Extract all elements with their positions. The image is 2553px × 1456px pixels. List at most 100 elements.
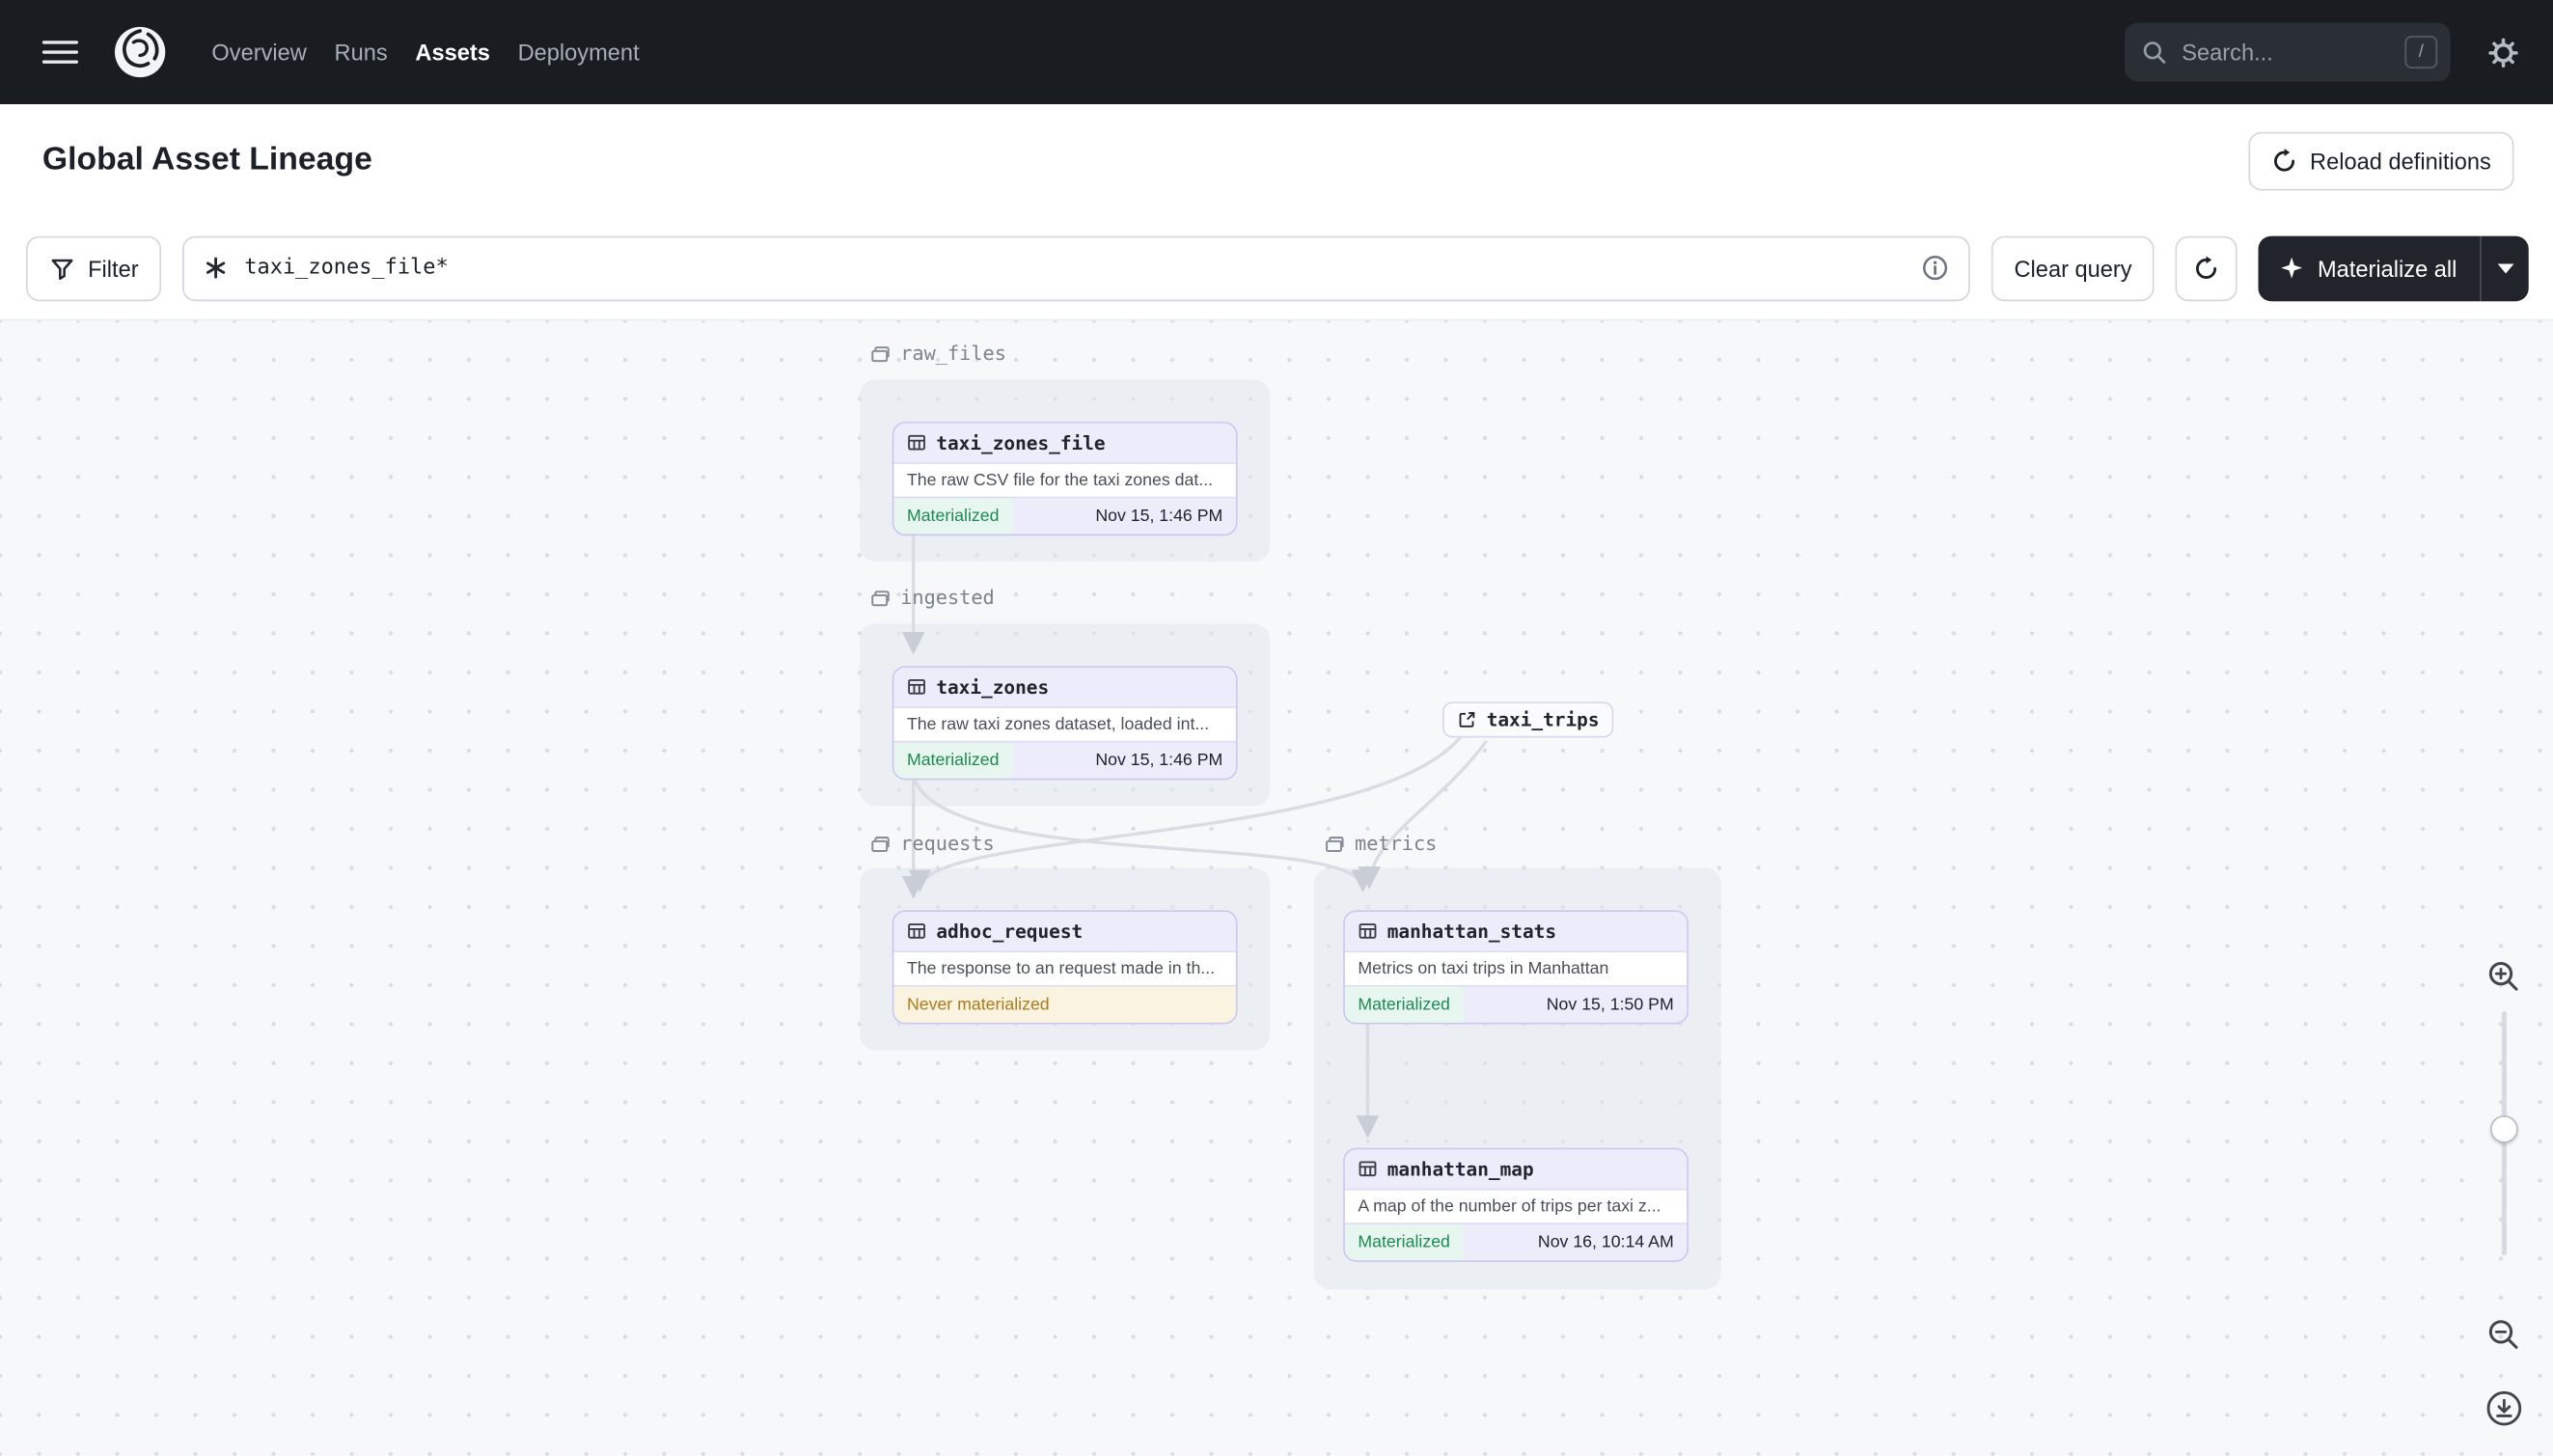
hamburger-menu-icon[interactable] (41, 34, 78, 69)
group-label-raw-files[interactable]: raw_files (869, 342, 1006, 365)
asset-node-taxi-zones[interactable]: taxi_zones The raw taxi zones dataset, l… (892, 666, 1238, 781)
asset-name: adhoc_request (936, 920, 1084, 944)
status-badge: Materialized (1344, 1224, 1464, 1261)
node-header: taxi_zones (893, 667, 1236, 709)
table-icon (1359, 923, 1377, 939)
materialize-all-button[interactable]: Materialize all (2259, 234, 2481, 301)
reload-icon (2273, 148, 2294, 171)
group-label-ingested[interactable]: ingested (869, 586, 995, 610)
asset-query-input[interactable] (240, 254, 1908, 282)
dagster-logo[interactable] (111, 23, 170, 82)
search-input[interactable] (2178, 37, 2394, 68)
materialization-timestamp (1062, 986, 1236, 1023)
node-header: adhoc_request (893, 912, 1236, 953)
zoom-out-button[interactable] (2486, 1317, 2522, 1353)
status-badge: Materialized (1344, 986, 1464, 1023)
page-header: Global Asset Lineage Reload definitions (0, 104, 2553, 217)
asset-description: Metrics on taxi trips in Manhattan (1344, 952, 1688, 985)
primary-nav: Overview Runs Assets Deployment (211, 33, 639, 72)
materialize-options-button[interactable] (2480, 234, 2529, 301)
materialization-timestamp: Nov 15, 1:46 PM (1011, 742, 1236, 779)
top-navbar: Overview Runs Assets Deployment / (0, 0, 2553, 104)
zoom-out-icon (2488, 1320, 2518, 1349)
asset-group-icon (871, 590, 890, 606)
node-footer: Materialized Nov 15, 1:50 PM (1344, 984, 1688, 1023)
zoom-slider-thumb[interactable] (2490, 1114, 2518, 1143)
asset-selection-input[interactable] (182, 234, 1970, 301)
chevron-down-icon (2496, 262, 2513, 273)
filter-button[interactable]: Filter (26, 234, 162, 301)
asset-name: taxi_zones (936, 675, 1050, 699)
page-title: Global Asset Lineage (41, 141, 372, 178)
settings-button[interactable] (2486, 35, 2520, 69)
filter-funnel-icon (51, 258, 73, 280)
asset-name: manhattan_stats (1386, 920, 1557, 944)
materialization-timestamp: Nov 15, 1:50 PM (1463, 986, 1688, 1023)
navbar-right: / (2125, 22, 2520, 82)
asset-group-icon (1326, 836, 1344, 852)
asset-node-taxi-zones-file[interactable]: taxi_zones_file The raw CSV file for the… (892, 422, 1238, 536)
asset-name: taxi_zones_file (936, 431, 1106, 454)
materialization-timestamp: Nov 15, 1:46 PM (1011, 498, 1236, 535)
nav-link-runs[interactable]: Runs (335, 33, 388, 72)
materialize-all-label: Materialize all (2317, 255, 2457, 282)
sparkle-icon (2281, 257, 2303, 279)
asset-description: A map of the number of trips per taxi z.… (1344, 1190, 1688, 1223)
node-header: taxi_zones_file (893, 423, 1236, 464)
filter-label: Filter (88, 255, 139, 282)
status-badge: Materialized (893, 742, 1012, 779)
global-search[interactable]: / (2125, 22, 2451, 82)
nav-link-overview[interactable]: Overview (211, 33, 306, 72)
asset-description: The response to an request made in th... (893, 952, 1236, 985)
materialize-all-split-button: Materialize all (2259, 234, 2529, 301)
reload-definitions-button[interactable]: Reload definitions (2247, 130, 2514, 190)
node-footer: Never materialized (893, 984, 1236, 1023)
node-footer: Materialized Nov 16, 10:14 AM (1344, 1222, 1688, 1261)
group-name: raw_files (900, 342, 1006, 365)
refresh-graph-button[interactable] (2176, 234, 2238, 301)
asset-group-icon (871, 836, 890, 852)
zoom-in-button[interactable] (2486, 959, 2522, 995)
asset-description: The raw CSV file for the taxi zones dat.… (893, 463, 1236, 497)
info-icon[interactable] (1921, 254, 1949, 282)
nav-link-assets[interactable]: Assets (415, 33, 489, 72)
group-name: metrics (1355, 832, 1438, 855)
node-footer: Materialized Nov 15, 1:46 PM (893, 496, 1236, 535)
export-graph-button[interactable] (2484, 1388, 2524, 1428)
node-header: manhattan_stats (1344, 912, 1688, 953)
group-name: requests (900, 832, 995, 855)
edge-taxi-trips-to-manhattan-stats (1358, 739, 1489, 890)
node-header: manhattan_map (1344, 1149, 1688, 1191)
clear-query-label: Clear query (2014, 255, 2132, 282)
external-asset-name: taxi_trips (1486, 708, 1600, 731)
asset-node-adhoc-request[interactable]: adhoc_request The response to an request… (892, 910, 1238, 1025)
gear-icon (2488, 37, 2518, 68)
node-footer: Materialized Nov 15, 1:46 PM (893, 740, 1236, 779)
group-label-requests[interactable]: requests (869, 832, 995, 855)
asset-description: The raw taxi zones dataset, loaded int..… (893, 708, 1236, 741)
clear-query-button[interactable]: Clear query (1990, 234, 2155, 301)
table-icon (908, 434, 925, 451)
table-icon (908, 923, 925, 939)
group-label-metrics[interactable]: metrics (1324, 832, 1437, 855)
asset-node-manhattan-map[interactable]: manhattan_map A map of the number of tri… (1343, 1147, 1688, 1262)
group-name: ingested (900, 586, 995, 610)
external-link-icon (1459, 711, 1475, 728)
asset-node-manhattan-stats[interactable]: manhattan_stats Metrics on taxi trips in… (1343, 910, 1688, 1025)
selection-asterisk-icon (206, 257, 226, 279)
download-icon (2486, 1390, 2522, 1426)
asset-name: manhattan_map (1386, 1157, 1534, 1181)
zoom-in-icon (2488, 961, 2518, 991)
table-icon (1359, 1161, 1377, 1177)
logo-swirl-icon (114, 26, 166, 78)
lineage-canvas[interactable]: raw_files ingested requests metrics taxi… (0, 318, 2553, 1456)
status-badge: Materialized (893, 498, 1012, 535)
app-window: Overview Runs Assets Deployment / (0, 0, 2553, 1456)
nav-link-deployment[interactable]: Deployment (518, 33, 640, 72)
lineage-toolbar: Filter Clear query (0, 216, 2553, 319)
lineage-edges (901, 532, 1489, 1139)
status-badge: Never materialized (893, 986, 1063, 1023)
external-asset-taxi-trips[interactable]: taxi_trips (1442, 701, 1614, 738)
search-icon (2143, 41, 2166, 64)
zoom-slider[interactable] (2490, 1010, 2518, 1256)
